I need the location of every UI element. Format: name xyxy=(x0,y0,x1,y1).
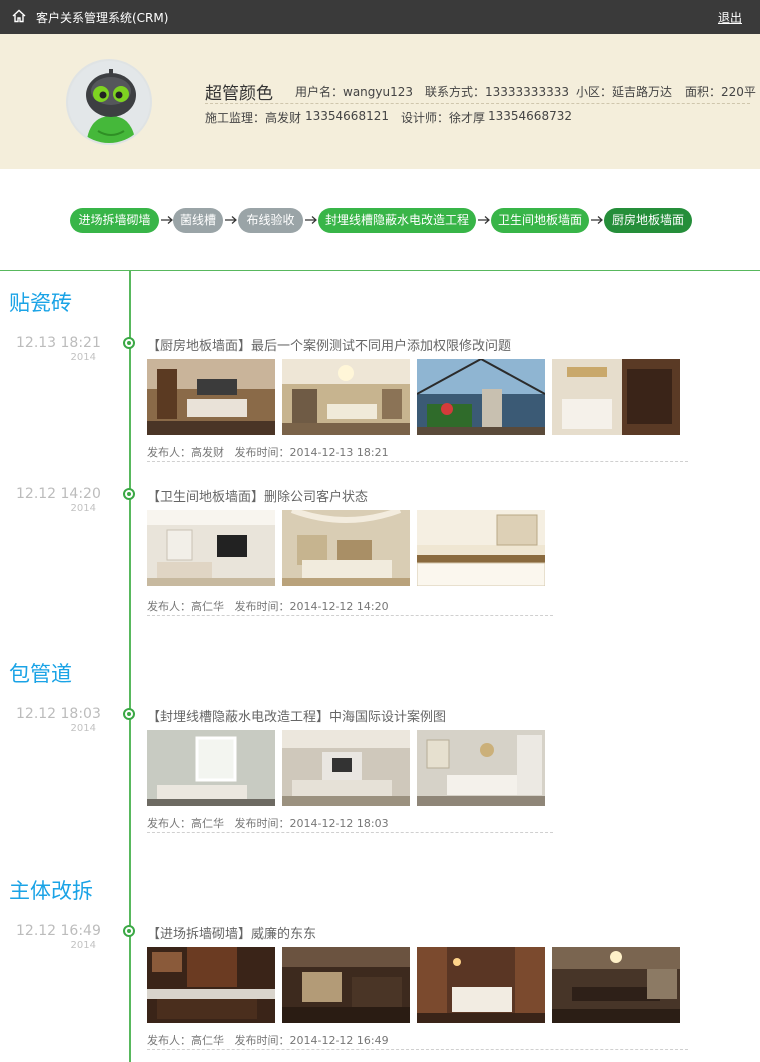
profile-divider xyxy=(205,103,750,104)
entry-time: 12.12 16:49 xyxy=(16,923,101,939)
entry-year: 2014 xyxy=(70,723,96,734)
publisher: 发布人：高仁华 xyxy=(147,600,224,613)
living-room-photo[interactable] xyxy=(147,730,275,806)
section-title: 包管道 xyxy=(9,662,72,686)
timeline-axis xyxy=(129,270,131,1062)
arrow-right-icon xyxy=(305,216,317,224)
supervisor-phone: 13354668121 xyxy=(305,109,389,123)
step-bathroom[interactable]: 卫生间地板墙面 xyxy=(491,208,589,233)
terrace-photo[interactable] xyxy=(417,359,545,435)
supervisor-text: 施工监理：高发财 xyxy=(205,111,302,125)
arrow-right-icon xyxy=(161,216,173,224)
arrow-right-icon xyxy=(478,216,490,224)
area-text: 面积：220平 xyxy=(685,85,756,99)
designer-text: 设计师：徐才厚 xyxy=(401,111,486,125)
app-title: 客户关系管理系统(CRM) xyxy=(36,11,169,25)
section-title: 主体改拆 xyxy=(9,879,93,903)
entry-meta: 发布人：高仁华 发布时间：2014-12-12 16:49 xyxy=(147,1032,389,1048)
section-title: 贴瓷砖 xyxy=(9,291,72,315)
step-wiring-inspection[interactable]: 布线验收 xyxy=(238,208,303,233)
entry-title[interactable]: 【卫生间地板墙面】删除公司客户状态 xyxy=(147,486,368,505)
step-kitchen[interactable]: 厨房地板墙面 xyxy=(604,208,692,233)
entry-divider xyxy=(147,461,688,462)
contact-text: 联系方式：13333333333 xyxy=(425,85,569,99)
living-room-photo[interactable] xyxy=(282,510,410,586)
publisher: 发布人：高发财 xyxy=(147,446,224,459)
publish-time: 发布时间：2014-12-12 18:03 xyxy=(234,817,389,830)
entry-time: 12.13 18:21 xyxy=(16,335,101,351)
kitchen-photo[interactable] xyxy=(147,947,275,1023)
publish-time: 发布时间：2014-12-12 14:20 xyxy=(234,600,389,613)
living-room-photo[interactable] xyxy=(282,359,410,435)
living-room-photo[interactable] xyxy=(147,510,275,586)
dining-room-photo[interactable] xyxy=(417,730,545,806)
entry-divider xyxy=(147,1049,688,1050)
customer-profile: 超管颜色 用户名：wangyu123 联系方式：13333333333 小区：延… xyxy=(0,34,760,169)
living-room-photo[interactable] xyxy=(147,359,275,435)
timeline-dot-icon xyxy=(123,925,135,937)
entry-divider xyxy=(147,615,553,616)
publish-time: 发布时间：2014-12-12 16:49 xyxy=(234,1034,389,1047)
timeline-dot-icon xyxy=(123,488,135,500)
entry-time: 12.12 14:20 xyxy=(16,486,101,502)
progress-steps: 进场拆墙砌墙 菌线槽 布线验收 封埋线槽隐蔽水电改造工程 卫生间地板墙面 厨房地… xyxy=(0,208,760,234)
entry-meta: 发布人：高发财 发布时间：2014-12-13 18:21 xyxy=(147,444,389,460)
designer-phone: 13354668732 xyxy=(488,109,572,123)
step-plumbing-electrical[interactable]: 封埋线槽隐蔽水电改造工程 xyxy=(318,208,476,233)
home-icon[interactable] xyxy=(12,9,26,23)
bedroom-photo[interactable] xyxy=(417,947,545,1023)
avatar xyxy=(66,59,152,145)
timeline-dot-icon xyxy=(123,337,135,349)
living-room-photo[interactable] xyxy=(282,730,410,806)
entry-year: 2014 xyxy=(70,352,96,363)
entry-meta: 发布人：高仁华 发布时间：2014-12-12 18:03 xyxy=(147,815,389,831)
kitchen-photo[interactable] xyxy=(552,359,680,435)
publisher: 发布人：高仁华 xyxy=(147,1034,224,1047)
entry-title[interactable]: 【封埋线槽隐蔽水电改造工程】中海国际设计案例图 xyxy=(147,706,446,725)
entry-year: 2014 xyxy=(70,940,96,951)
publish-time: 发布时间：2014-12-13 18:21 xyxy=(234,446,389,459)
arrow-right-icon xyxy=(591,216,603,224)
entry-title[interactable]: 【进场拆墙砌墙】威廉的东东 xyxy=(147,923,316,942)
top-bar: 客户关系管理系统(CRM) 退出 xyxy=(0,0,760,34)
timeline-divider xyxy=(0,270,760,271)
username-text: 用户名：wangyu123 xyxy=(295,85,414,99)
dining-room-photo[interactable] xyxy=(552,947,680,1023)
robot-avatar-icon xyxy=(68,61,150,143)
logout-link[interactable]: 退出 xyxy=(718,9,742,26)
publisher: 发布人：高仁华 xyxy=(147,817,224,830)
living-room-photo[interactable] xyxy=(282,947,410,1023)
arrow-right-icon xyxy=(225,216,237,224)
community-text: 小区：延吉路万达 xyxy=(576,85,673,99)
entry-divider xyxy=(147,832,553,833)
step-wire-groove[interactable]: 菌线槽 xyxy=(173,208,223,233)
kitchen-photo[interactable] xyxy=(417,510,545,586)
timeline-dot-icon xyxy=(123,708,135,720)
customer-name: 超管颜色 xyxy=(205,84,273,104)
entry-title[interactable]: 【厨房地板墙面】最后一个案例测试不同用户添加权限修改问题 xyxy=(147,335,511,354)
step-demolition[interactable]: 进场拆墙砌墙 xyxy=(70,208,159,233)
entry-year: 2014 xyxy=(70,503,96,514)
entry-meta: 发布人：高仁华 发布时间：2014-12-12 14:20 xyxy=(147,598,389,614)
entry-time: 12.12 18:03 xyxy=(16,706,101,722)
